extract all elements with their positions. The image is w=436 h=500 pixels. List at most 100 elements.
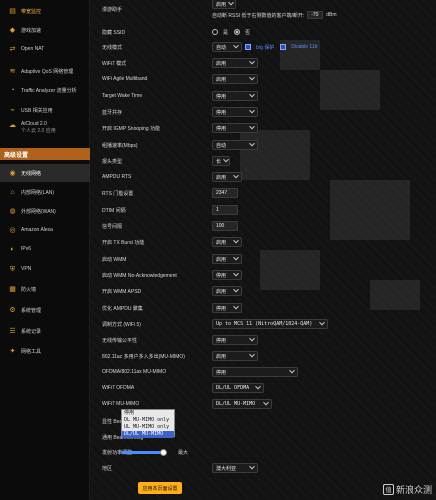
qos-icon: ≋ (9, 67, 16, 75)
wifi-agile-select[interactable]: 启用 (212, 74, 258, 84)
beacon-label: 信号间隔 (102, 223, 123, 230)
wifi7-mumimo-select[interactable]: DL/UL MU-MIMO (212, 399, 272, 409)
mumimo-ac-select[interactable]: 启用 (212, 351, 258, 361)
hide-ssid-no-radio[interactable] (234, 29, 241, 35)
wifi7-mode-select[interactable]: 启用 (212, 58, 258, 68)
sidebar-item-label: VPN (21, 266, 32, 272)
apply-button[interactable]: 应用本页面设置 (138, 482, 182, 494)
vpn-shield-icon: ⛨ (9, 265, 16, 273)
wifi-agile-label: WiFi Agile Multiband (102, 76, 148, 82)
sidebar-item-admin[interactable]: ⚙ 系统管理 (0, 301, 90, 319)
sidebar-item-aicloud[interactable]: ☁ AiCloud 2.0 个人云 2.0 应用 (0, 118, 90, 140)
sidebar-item-adaptive-qos[interactable]: ≋ Adaptive QoS 网络管理 (0, 62, 90, 80)
sidebar-item-label: Traffic Analyzer 流量分析 (21, 87, 77, 94)
wifi-agile-row: WiFi Agile Multiband 启用 (102, 73, 432, 85)
mcast-row: 组播速率(Mbps) 自动 (102, 139, 432, 151)
modulation-select[interactable]: Up to MCS 11 (NitroQAM/1024-QAM) (212, 319, 328, 329)
preamble-select[interactable]: 长 (212, 156, 230, 166)
wifi7-mumimo-label: WiFi7 MU-MIMO (102, 401, 140, 407)
sidebar-item-vpn[interactable]: ⛨ VPN (0, 260, 90, 278)
wmm-row: 启动 WMM 启用 (102, 253, 432, 265)
bg-protect-label: b/g 保护 (256, 44, 275, 51)
sidebar-item-lan[interactable]: ⌂ 内部网络(LAN) (0, 183, 90, 201)
sidebar-item-label: 带宽监控 (21, 8, 42, 15)
wifi7-mode-row: WiFi7 模式 启用 (102, 57, 432, 69)
alexa-icon: ◎ (9, 226, 16, 234)
txpower-slider-handle[interactable] (160, 449, 167, 456)
sidebar-item-ipv6[interactable]: ◐ IPv6 (0, 240, 90, 258)
rts-input[interactable]: 2347 (212, 188, 238, 198)
igmp-label: 开启 IGMP Snooping 功能 (102, 125, 160, 132)
sidebar-item-open-nat[interactable]: ⇄ Open NAT (0, 40, 90, 58)
disable-11b-checkbox[interactable] (280, 44, 287, 50)
region-select[interactable]: 澳大利亚 (212, 463, 258, 473)
sidebar-item-usb[interactable]: ⌁ USB 相关应用 (0, 101, 90, 119)
bt-coex-select[interactable]: 停用 (212, 107, 258, 117)
ampdu-rts-select[interactable]: 启用 (212, 172, 242, 182)
usb-icon: ⌁ (10, 106, 15, 114)
bg-protect-checkbox[interactable] (245, 44, 251, 50)
dropdown-option[interactable]: DL MU-MIMO only (122, 417, 174, 424)
wmm-label: 启动 WMM (102, 256, 127, 263)
ampdu-opt-select[interactable]: 停用 (212, 303, 242, 313)
dtim-row: DTIM 间隔 1 (102, 204, 432, 216)
sidebar-item-label: AiCloud 2.0 个人云 2.0 应用 (21, 121, 56, 134)
mumimo-dropdown-list[interactable]: 停用 DL MU-MIMO only UL MU-MIMO only DL/UL… (121, 409, 175, 438)
log-icon: ☰ (9, 327, 16, 335)
dropdown-option-selected[interactable]: DL/UL MU-MIMO (122, 431, 174, 438)
wireless-mode-select[interactable]: 自动 (212, 42, 242, 52)
dropdown-option[interactable]: 停用 (122, 410, 174, 417)
mumimo-ac-row: 802.11ac 多用户多入多出(MU-MIMO) 启用 (102, 350, 432, 362)
sidebar-item-traffic-analyzer[interactable]: ◔ Traffic Analyzer 流量分析 (0, 81, 90, 99)
aicloud-subtitle: 个人云 2.0 应用 (21, 128, 56, 134)
dtim-input[interactable]: 1 (212, 205, 238, 215)
rssi-input[interactable]: -70 (307, 11, 324, 19)
sidebar-item-firewall[interactable]: ▦ 防火墙 (0, 280, 90, 298)
airtime-select[interactable]: 停用 (212, 335, 258, 345)
traffic-icon: ◔ (10, 86, 15, 94)
wireless-mode-label: 无线模式 (102, 44, 123, 51)
sidebar-item-syslog[interactable]: ☰ 系统记录 (0, 322, 90, 340)
dropdown-option[interactable]: UL MU-MIMO only (122, 424, 174, 431)
sidebar-item-label: 外部网络(WAN) (21, 208, 56, 215)
hide-ssid-yes-radio[interactable] (212, 29, 218, 35)
sidebar: ▤ 带宽监控 ◆ 游戏加速 ⇄ Open NAT ≋ Adaptive QoS … (0, 0, 90, 500)
ofdma-ax-select[interactable]: 停用 (212, 367, 298, 377)
rts-row: RTS 门槛设置 2347 (102, 187, 432, 199)
txburst-select[interactable]: 启用 (212, 237, 242, 247)
modulation-row: 调制方式 (WiFi 5) Up to MCS 11 (NitroQAM/102… (102, 318, 432, 330)
sidebar-item-wan[interactable]: ◍ 外部网络(WAN) (0, 202, 90, 220)
sidebar-item-label: Adaptive QoS 网络管理 (21, 68, 74, 75)
mcast-select[interactable]: 自动 (212, 140, 258, 150)
firewall-icon: ▦ (9, 285, 16, 293)
twt-row: Target Wake Time 停用 (102, 90, 432, 102)
wmm-apsd-select[interactable]: 启用 (212, 286, 242, 296)
ampdu-rts-label: AMPDU RTS (102, 174, 132, 180)
txpower-slider[interactable] (121, 451, 163, 454)
sidebar-item-label: 网络工具 (21, 348, 42, 355)
sidebar-item-bandwidth[interactable]: ▤ 带宽监控 (0, 2, 90, 20)
roaming-select[interactable]: 启用 (212, 0, 236, 9)
igmp-select[interactable]: 停用 (212, 123, 258, 133)
wmm-noack-row: 启动 WMM No-Acknowledgement 停用 (102, 269, 432, 281)
sidebar-item-alexa[interactable]: ◎ Amazon Alexa (0, 221, 90, 239)
mumimo-ac-label: 802.11ac 多用户多入多出(MU-MIMO) (102, 353, 185, 360)
sidebar-item-label: 内部网络(LAN) (21, 189, 55, 196)
sidebar-item-game-boost[interactable]: ◆ 游戏加速 (0, 21, 90, 39)
dtim-label: DTIM 间隔 (102, 207, 126, 214)
wmm-noack-select[interactable]: 停用 (212, 270, 242, 280)
wifi7-ofdma-row: WiFi7 OFDMA DL/UL OFDMA (102, 382, 432, 394)
region-label: 地区 (102, 465, 113, 472)
twt-select[interactable]: 停用 (212, 91, 258, 101)
sidebar-item-wireless[interactable]: ◉ 无线网络 (0, 164, 90, 182)
wmm-select[interactable]: 启用 (212, 254, 242, 264)
gear-icon: ⚙ (9, 306, 16, 314)
ampdu-opt-label: 优化 AMPDU 聚集 (102, 305, 143, 312)
watermark: 值 新浪众测 (382, 483, 432, 496)
wifi7-mode-label: WiFi7 模式 (102, 60, 127, 67)
roaming-label: 漫游助手 (102, 6, 123, 13)
beacon-input[interactable]: 100 (212, 221, 238, 231)
wifi7-ofdma-select[interactable]: DL/UL OFDMA (212, 383, 264, 393)
sidebar-item-network-tools[interactable]: ✦ 网络工具 (0, 342, 90, 360)
cloud-icon: ☁ (9, 122, 16, 129)
